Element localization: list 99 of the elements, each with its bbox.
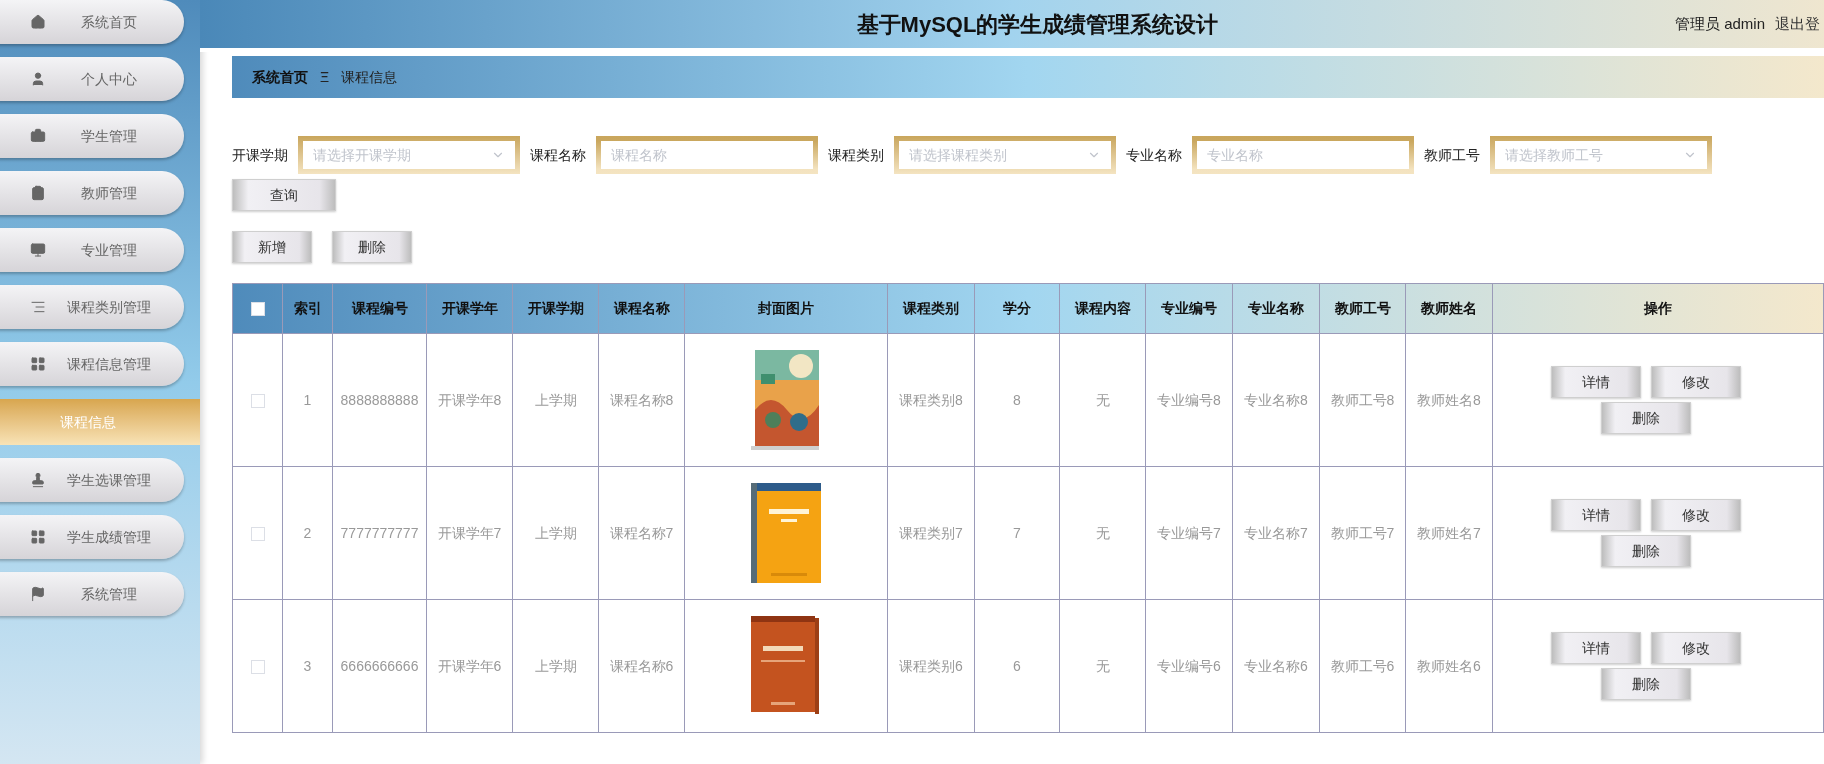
table-cell: 1 (303, 392, 312, 408)
column-header: 课程内容 (1074, 300, 1131, 316)
user-label: 管理员 admin (1674, 13, 1765, 34)
table-cell: 7777777777 (340, 525, 419, 541)
table-cell: 课程类别8 (899, 392, 963, 408)
delete-button[interactable]: 删除 (1601, 668, 1691, 700)
table-cell: 课程名称7 (609, 525, 674, 541)
details-button[interactable]: 详情 (1551, 366, 1641, 398)
window-title: 基于MySQL的学生成绩管理系统设计 (855, 10, 1220, 39)
table-cell: 课程名称8 (609, 392, 674, 408)
clipboard-icon (30, 185, 46, 201)
table-cell: 8888888888 (340, 392, 419, 408)
sidebar-item[interactable]: 个人中心 (0, 57, 184, 101)
delete-button[interactable]: 删除 (332, 231, 412, 263)
monitor-icon (30, 242, 46, 258)
input-field[interactable]: 专业名称 (1192, 136, 1414, 174)
table-cell: 教师姓名8 (1417, 392, 1481, 408)
search-button[interactable]: 查询 (232, 179, 336, 211)
table-cell: 开课学年8 (437, 392, 502, 408)
list-icon (30, 299, 46, 315)
select-all-checkbox[interactable] (250, 302, 265, 317)
table-cell: 6666666666 (340, 658, 419, 674)
column-header: 教师姓名 (1421, 300, 1477, 316)
breadcrumb-current: 课程信息 (341, 67, 398, 87)
filter-label: 开课学期 (232, 145, 288, 165)
column-header: 教师工号 (1334, 300, 1391, 316)
row-checkbox[interactable] (250, 393, 265, 408)
table-cell: 教师姓名7 (1417, 525, 1481, 541)
column-header: 课程编号 (351, 300, 408, 316)
column-header: 课程类别 (903, 300, 959, 316)
table-cell: 教师姓名6 (1417, 658, 1481, 674)
table-cell: 2 (303, 525, 312, 541)
sidebar-item[interactable]: 教师管理 (0, 171, 184, 215)
edit-button[interactable]: 修改 (1651, 366, 1741, 398)
sidebar-item[interactable]: 学生选课管理 (0, 458, 184, 502)
table-cell: 上学期 (534, 658, 577, 674)
briefcase-icon (30, 128, 46, 144)
column-header: 开课学年 (441, 300, 498, 316)
table-cell: 无 (1095, 392, 1110, 408)
grid-icon (30, 529, 46, 545)
table-cell: 开课学年6 (437, 658, 502, 674)
edit-button[interactable]: 修改 (1651, 632, 1741, 664)
breadcrumb-link[interactable]: 系统首页 (252, 66, 308, 88)
table-cell: 7 (1013, 525, 1021, 541)
delete-button[interactable]: 删除 (1601, 535, 1691, 567)
table-cell: 专业名称8 (1244, 392, 1308, 408)
table-cell: 6 (1013, 658, 1021, 674)
details-button[interactable]: 详情 (1551, 499, 1641, 531)
table-cell: 教师工号6 (1330, 658, 1395, 674)
table-cell: 无 (1095, 525, 1110, 541)
edit-button[interactable]: 修改 (1651, 499, 1741, 531)
table-cell: 专业名称6 (1244, 658, 1308, 674)
breadcrumb-separator: Ξ (320, 67, 330, 87)
table-cell: 上学期 (534, 525, 577, 541)
input-field[interactable]: 课程名称 (596, 136, 818, 174)
details-button[interactable]: 详情 (1551, 632, 1641, 664)
logout-link[interactable]: 退出登 (1775, 12, 1820, 36)
stamp-icon (30, 472, 46, 488)
column-header: 操作 (1644, 300, 1672, 316)
column-header: 专业名称 (1248, 300, 1304, 316)
column-header: 索引 (293, 300, 322, 316)
table-cell: 教师工号7 (1330, 525, 1395, 541)
sidebar-item[interactable]: 专业管理 (0, 228, 184, 272)
add-button[interactable]: 新增 (232, 231, 312, 263)
filter-label: 课程类别 (828, 145, 884, 165)
table-cell: 课程类别6 (899, 658, 963, 674)
sidebar-item[interactable]: 课程信息管理 (0, 342, 184, 386)
table-cell: 专业编号8 (1157, 392, 1221, 408)
table-cell: 教师工号8 (1330, 392, 1395, 408)
filter-label: 教师工号 (1424, 145, 1480, 165)
table-cell: 开课学年7 (437, 525, 502, 541)
row-checkbox[interactable] (250, 659, 265, 674)
column-header: 专业编号 (1161, 300, 1217, 316)
filter-label: 课程名称 (530, 145, 586, 165)
sidebar-item[interactable]: 课程类别管理 (0, 285, 184, 329)
row-checkbox[interactable] (250, 526, 265, 541)
column-header: 课程名称 (613, 300, 670, 316)
sidebar-item[interactable]: 学生管理 (0, 114, 184, 158)
delete-button[interactable]: 删除 (1601, 402, 1691, 434)
home-icon (30, 14, 46, 30)
table-cell: 课程类别7 (899, 525, 963, 541)
table-cell: 课程名称6 (609, 658, 674, 674)
flag-icon (30, 586, 46, 602)
table-cell: 专业编号6 (1157, 658, 1221, 674)
grid-icon (30, 356, 46, 372)
table-cell: 专业编号7 (1157, 525, 1221, 541)
sidebar-item[interactable]: 系统首页 (0, 0, 184, 44)
table-cell: 上学期 (534, 392, 577, 408)
filter-label: 专业名称 (1126, 145, 1182, 165)
table-cell: 专业名称7 (1244, 525, 1308, 541)
user-icon (30, 71, 46, 87)
sidebar-item[interactable]: 系统管理 (0, 572, 184, 616)
table-cell: 8 (1013, 392, 1021, 408)
column-header: 开课学期 (527, 300, 584, 316)
column-header: 学分 (1003, 300, 1031, 316)
table-cell: 无 (1095, 658, 1110, 674)
sidebar-item[interactable]: 学生成绩管理 (0, 515, 184, 559)
column-header: 封面图片 (758, 300, 814, 316)
table-cell: 3 (303, 658, 312, 674)
